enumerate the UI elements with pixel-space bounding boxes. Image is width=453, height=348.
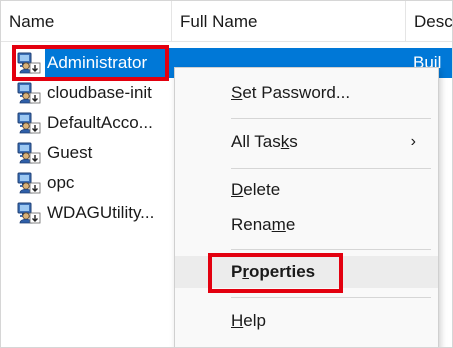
user-name-label: WDAGUtility...: [47, 203, 155, 222]
user-name-label: Administrator: [47, 53, 148, 72]
menu-separator: [231, 118, 431, 119]
menu-item-all-tasks[interactable]: All Tasks ›: [175, 126, 438, 158]
menu-label-part: elete: [243, 180, 281, 199]
user-name-cell: DefaultAcco...: [17, 108, 153, 138]
menu-separator: [231, 249, 431, 250]
user-account-icon: [17, 202, 41, 224]
column-header-name[interactable]: Name: [1, 1, 171, 42]
menu-accelerator: k: [280, 132, 290, 151]
user-account-icon: [17, 172, 41, 194]
menu-separator: [231, 297, 431, 298]
user-account-icon: [17, 142, 41, 164]
user-account-icon: [17, 52, 41, 74]
menu-label-part: et Password...: [242, 83, 351, 102]
menu-separator: [231, 168, 431, 169]
menu-item-delete[interactable]: Delete: [175, 174, 438, 206]
menu-label-part: All Tas: [231, 132, 281, 151]
menu-item-help[interactable]: Help: [175, 305, 438, 337]
user-name-cell: cloudbase-init: [17, 78, 152, 108]
context-menu: Set Password... All Tasks › Delete Renam…: [174, 67, 439, 347]
menu-accelerator: H: [231, 311, 244, 330]
menu-label-part: Rena: [231, 215, 272, 234]
menu-item-set-password[interactable]: Set Password...: [175, 77, 438, 109]
menu-label-part: e: [285, 215, 296, 234]
menu-label-part: elp: [243, 311, 266, 330]
user-name-label: cloudbase-init: [47, 83, 152, 102]
menu-accelerator: m: [271, 215, 286, 234]
user-name-label: opc: [47, 173, 75, 192]
menu-accelerator: S: [231, 83, 243, 102]
menu-accelerator: r: [242, 262, 249, 281]
local-users-window: Name Full Name Desc Administrator Buil cl…: [0, 0, 453, 348]
user-account-icon: [17, 112, 41, 134]
chevron-right-icon: ›: [410, 133, 416, 150]
menu-label-part: P: [231, 262, 243, 281]
user-name-cell: WDAGUtility...: [17, 198, 154, 228]
user-name-cell: Administrator: [17, 48, 147, 78]
column-header-full-name[interactable]: Full Name: [171, 1, 405, 42]
menu-label-part: operties: [248, 262, 316, 281]
user-name-label: DefaultAcco...: [47, 113, 153, 132]
user-account-icon: [17, 82, 41, 104]
menu-item-rename[interactable]: Rename: [175, 209, 438, 241]
menu-accelerator: D: [231, 180, 244, 199]
user-name-label: Guest: [47, 143, 93, 162]
column-header-description[interactable]: Desc: [405, 1, 452, 42]
column-header-bar: Name Full Name Desc: [1, 1, 452, 42]
menu-item-properties[interactable]: Properties: [175, 256, 438, 288]
user-name-cell: opc: [17, 168, 74, 198]
menu-label-part: s: [289, 132, 298, 151]
user-name-cell: Guest: [17, 138, 92, 168]
